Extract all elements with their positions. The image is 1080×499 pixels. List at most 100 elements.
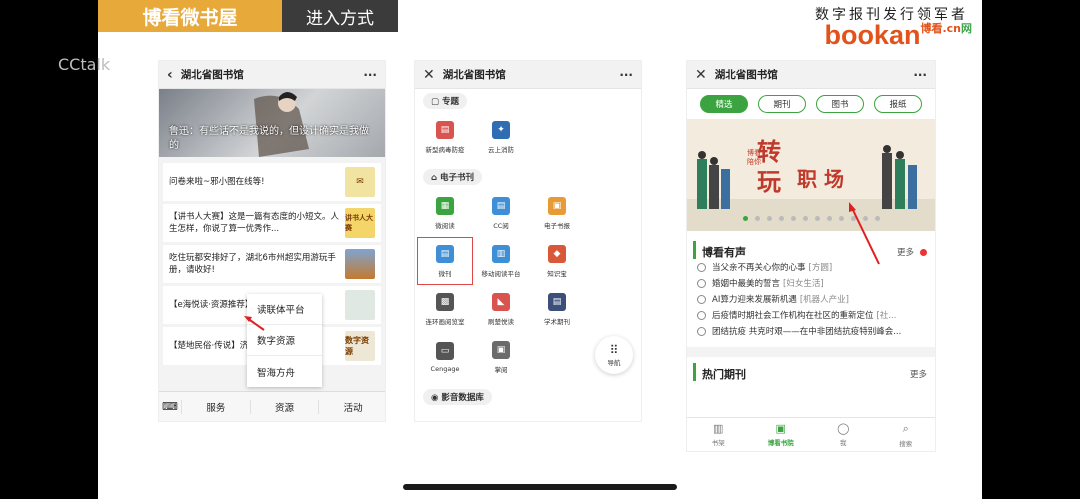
tab-bookshelf[interactable]: ▥ 书架 [687, 418, 750, 451]
article-thumbnail: 数字资源 [345, 331, 375, 361]
play-icon [697, 310, 706, 320]
phone1-header: ‹ 湖北省图书馆 ··· [159, 61, 385, 89]
more-link[interactable]: 更多 [910, 368, 927, 380]
cctalk-watermark: CCtalk [58, 55, 111, 74]
grid-item-label: 刷楚悦读 [488, 317, 514, 326]
tab-books[interactable]: 图书 [816, 95, 864, 113]
app-icon: ◆ [548, 244, 566, 263]
grid-item[interactable]: ▤ CC阅 [473, 189, 529, 237]
audio-item[interactable]: 婚姻中最美的誓言 [妇女生活] [687, 275, 935, 291]
list-item[interactable]: 【讲书人大赛】这是一篇有态度的小短文。人生怎样，你说了算一优秀作... 讲书人大赛 [163, 204, 381, 242]
grid-item[interactable]: ▤ 学术期刊 [529, 285, 585, 333]
phone1-title: 湖北省图书馆 [180, 69, 244, 81]
grid-item[interactable]: ✦ 云上消防 [473, 113, 529, 161]
grid-item[interactable]: ▣ 电子书报 [529, 189, 585, 237]
home-indicator [403, 484, 677, 490]
screen: CCtalk 博看微书屋 进入方式 数字报刊发行领军者 bookan博看.cn网… [0, 0, 1080, 499]
bookshelf-icon: ▥ [713, 422, 724, 435]
phone-wechat-account: ‹ 湖北省图书馆 ··· 鲁迅：有些话不是我说的，但设计确实是我做的 问卷来啦~… [158, 60, 386, 422]
popup-item-digital-resources[interactable]: 数字资源 [247, 325, 322, 356]
menu-resources[interactable]: 资源 [249, 399, 319, 414]
audio-item[interactable]: AI算力迎来发展新机遇 [机器人产业] [687, 291, 935, 307]
section-topics: ▢ 专题 [415, 89, 641, 109]
grid-icon: ⠿ [609, 343, 619, 357]
grid-item-label: CC阅 [493, 221, 509, 230]
close-icon[interactable]: ✕ [423, 67, 435, 83]
play-icon [697, 278, 706, 288]
category-pills: 精选 期刊 图书 报纸 [687, 89, 935, 119]
article-thumbnail [345, 249, 375, 279]
audio-item[interactable]: 团结抗疫 共克时艰——在中非团结抗疫特别峰会... [687, 323, 935, 339]
grid-item[interactable]: ▣ 掌阅 [473, 333, 529, 381]
bottom-tab-bar: ▥ 书架 ▣ 博看书院 ◯ 我 ⌕ 搜索 [687, 417, 936, 451]
grid-item[interactable]: ◆ 知识宝 [529, 237, 585, 285]
more-icon[interactable]: ··· [913, 68, 927, 82]
bookan-logo: bookan博看.cn网 [824, 20, 972, 51]
close-icon[interactable]: ✕ [695, 67, 707, 83]
carousel-dots [743, 216, 887, 221]
audio-source-tag: [社... [876, 311, 897, 321]
more-icon[interactable]: ··· [619, 68, 633, 82]
phone-bookan-home: ✕ 湖北省图书馆 ··· 精选 期刊 图书 报纸 博看 陪你 转 玩 职场 博看… [686, 60, 936, 452]
tab-featured[interactable]: 精选 [700, 95, 748, 113]
tab-bookan-academy[interactable]: ▣ 博看书院 [750, 418, 813, 451]
audio-title: 团结抗疫 共克时艰——在中非团结抗疫特别峰会... [712, 327, 902, 337]
article-banner[interactable]: 鲁迅：有些话不是我说的，但设计确实是我做的 [159, 89, 385, 157]
phone2-header: ✕ 湖北省图书馆 ··· [415, 61, 641, 89]
grid-item[interactable]: ▥ 移动阅读平台 [473, 237, 529, 285]
presentation-slide: 博看微书屋 进入方式 数字报刊发行领军者 bookan博看.cn网 ‹ 湖北省图… [98, 0, 982, 499]
audio-title: 婚姻中最美的誓言 [712, 279, 781, 289]
nav-fab-button[interactable]: ⠿ 导航 [595, 336, 633, 374]
list-item[interactable]: 问卷来啦~邪小图在线等! ✉ [163, 163, 381, 201]
menu-service[interactable]: 服务 [181, 399, 250, 414]
article-title: 吃住玩都安排好了，湖北6市州超实用游玩手册，请收好! [169, 253, 336, 275]
tab-newspapers[interactable]: 报纸 [874, 95, 922, 113]
app-icon: ▭ [436, 341, 454, 360]
back-icon[interactable]: ‹ [167, 67, 173, 83]
grid-item[interactable]: ◣ 刷楚悦读 [473, 285, 529, 333]
search-icon: ⌕ [902, 421, 909, 435]
grid-item[interactable]: ▤ 微刊 [417, 237, 473, 285]
grid-item[interactable]: ▦ 微阅读 [417, 189, 473, 237]
more-link[interactable]: 更多 [897, 246, 914, 258]
grid-item[interactable]: ▩ 连环画阅览室 [417, 285, 473, 333]
popup-item-duliantipingtai[interactable]: 读联体平台 [247, 294, 322, 325]
resource-popup-menu: 读联体平台 数字资源 智海方舟 [247, 294, 322, 387]
section-hot-title: 热门期刊 [702, 368, 746, 381]
audio-source-tag: [妇女生活] [783, 279, 824, 289]
phone-resource-grid: ✕ 湖北省图书馆 ··· ▢ 专题 ▤ 新型病毒防疫 ✦ 云上消防 ⌂ 电子书刊 ▦ 微… [414, 60, 642, 422]
app-icon: ▥ [492, 244, 510, 263]
audio-source-tag: [机器人产业] [799, 295, 849, 305]
section-media: ◉ 影音数据库 [415, 385, 641, 405]
grid-item[interactable]: ▤ 新型病毒防疫 [417, 113, 473, 161]
play-icon [697, 262, 706, 272]
topic-grid: ▤ 新型病毒防疫 ✦ 云上消防 [415, 109, 641, 165]
user-icon: ◯ [837, 422, 850, 435]
keyboard-icon[interactable]: ⌨ [159, 400, 181, 413]
section-hot-header: 热门期刊 更多 [693, 363, 935, 381]
banner-quote: 鲁迅：有些话不是我说的，但设计确实是我做的 [169, 126, 369, 151]
popup-item-zhihaifangzhou[interactable]: 智海方舟 [247, 356, 322, 387]
audio-item[interactable]: 当父亲不再关心你的心事 [方圆] [687, 259, 935, 275]
tab-me[interactable]: ◯ 我 [812, 418, 875, 451]
phone3-header: ✕ 湖北省图书馆 ··· [687, 61, 935, 89]
audio-item[interactable]: 后疫情时期社会工作机构在社区的重新定位 [社... [687, 307, 935, 323]
section-divider [687, 347, 935, 357]
audio-title: 当父亲不再关心你的心事 [712, 263, 806, 273]
book-icon: ▣ [775, 422, 786, 435]
logo-text: bookan [824, 20, 921, 50]
more-icon[interactable]: ··· [363, 68, 377, 82]
banner-headline-1: 转玩 [757, 137, 786, 196]
audio-list: 当父亲不再关心你的心事 [方圆] 婚姻中最美的誓言 [妇女生活] AI算力迎来发展新机遇… [687, 259, 935, 339]
menu-activities[interactable]: 活动 [318, 399, 385, 414]
list-item[interactable]: 吃住玩都安排好了，湖北6市州超实用游玩手册，请收好! [163, 245, 381, 283]
grid-item[interactable]: ▭ Cengage [417, 333, 473, 381]
play-icon [697, 326, 706, 336]
grid-item-label: 连环画阅览室 [425, 317, 465, 326]
audio-title: 后疫情时期社会工作机构在社区的重新定位 [712, 311, 874, 321]
tab-search[interactable]: ⌕ 搜索 [875, 418, 936, 451]
section-audio-header: 博看有声 更多 [693, 241, 935, 259]
tab-periodicals[interactable]: 期刊 [758, 95, 806, 113]
article-thumbnail: ✉ [345, 167, 375, 197]
promo-banner[interactable]: 博看 陪你 转玩 职场 [687, 119, 935, 231]
